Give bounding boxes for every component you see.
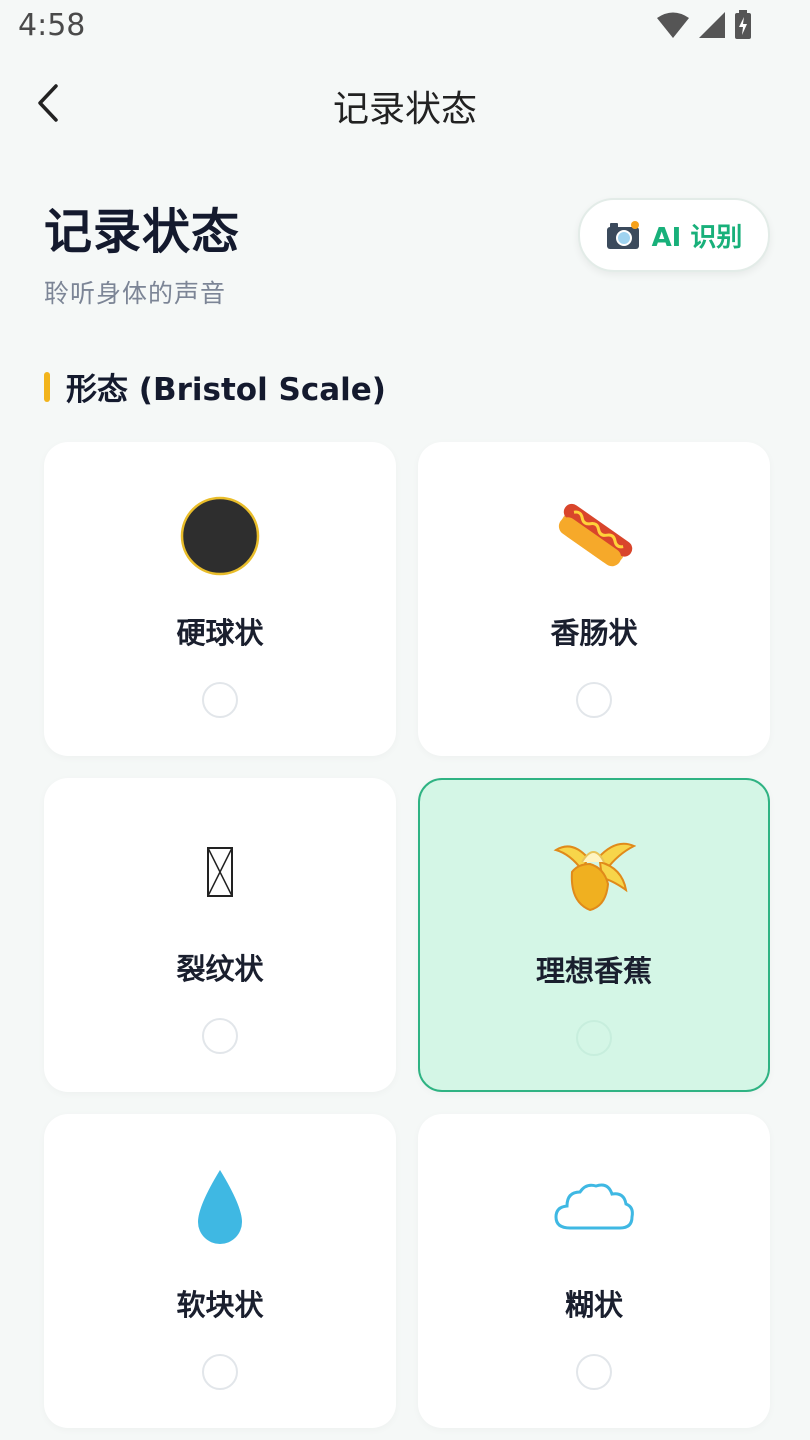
option-label: 香肠状 <box>550 616 638 650</box>
dark-ball-icon <box>178 494 262 578</box>
option-label: 软块状 <box>176 1288 264 1322</box>
option-card-sausage[interactable]: 香肠状 <box>418 442 770 756</box>
section-accent-bar <box>44 371 50 402</box>
option-card-mushy[interactable]: 糊状 <box>418 1114 770 1428</box>
missing-glyph-icon <box>178 830 262 914</box>
cloud-icon <box>552 1166 636 1250</box>
nav-bar: 记录状态 <box>0 62 810 146</box>
nav-title: 记录状态 <box>332 89 477 130</box>
banana-icon <box>552 832 636 916</box>
option-radio[interactable] <box>202 1018 238 1054</box>
option-card-hard-ball[interactable]: 硬球状 <box>44 442 396 756</box>
status-icons <box>656 10 752 40</box>
ai-identify-label: AI 识别 <box>651 222 743 253</box>
option-label: 理想香蕉 <box>535 954 652 988</box>
option-card-cracked[interactable]: 裂纹状 <box>44 778 396 1092</box>
section-header: 形态 (Bristol Scale) <box>44 364 386 409</box>
option-label: 糊状 <box>564 1288 623 1322</box>
option-radio[interactable] <box>202 1354 238 1390</box>
option-radio[interactable] <box>576 1020 612 1056</box>
droplet-icon <box>178 1166 262 1250</box>
page-title: 记录状态 <box>44 204 241 260</box>
option-card-ideal-banana[interactable]: 理想香蕉 <box>418 778 770 1092</box>
hotdog-icon <box>552 494 636 578</box>
option-card-soft-blob[interactable]: 软块状 <box>44 1114 396 1428</box>
signal-icon <box>699 12 725 38</box>
page-subtitle: 聆听身体的声音 <box>44 279 227 308</box>
option-radio[interactable] <box>202 682 238 718</box>
option-radio[interactable] <box>576 682 612 718</box>
option-label: 硬球状 <box>176 616 264 650</box>
camera-icon <box>606 221 639 249</box>
option-radio[interactable] <box>576 1354 612 1390</box>
option-label: 裂纹状 <box>176 952 264 986</box>
status-bar: 4:58 <box>0 0 810 56</box>
section-title: 形态 (Bristol Scale) <box>66 372 386 408</box>
ai-identify-button[interactable]: AI 识别 <box>578 198 770 272</box>
wifi-icon <box>657 12 689 38</box>
battery-icon <box>735 10 751 39</box>
status-time: 4:58 <box>18 8 86 43</box>
